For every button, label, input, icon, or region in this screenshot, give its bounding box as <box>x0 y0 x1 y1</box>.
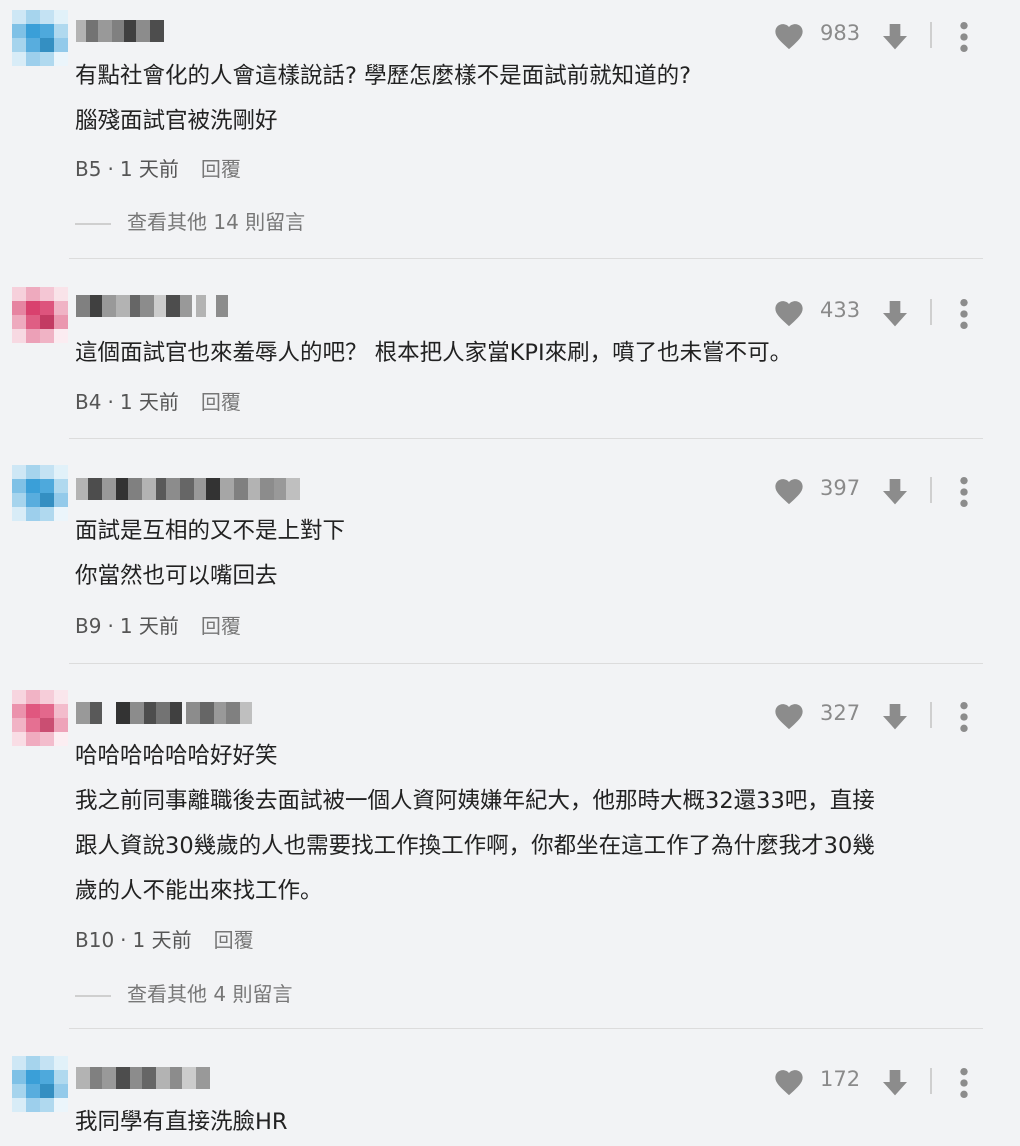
comment-divider <box>69 663 983 664</box>
timestamp: 1 天前 <box>119 614 179 638</box>
reply-button[interactable]: 回覆 <box>201 157 241 181</box>
like-count: 327 <box>820 701 861 725</box>
heart-icon[interactable] <box>772 700 806 730</box>
reply-button[interactable]: 回覆 <box>201 614 241 638</box>
avatar[interactable] <box>10 688 70 748</box>
comment-text: 面試是互相的又不是上對下 你當然也可以嘴回去 <box>75 518 346 589</box>
thumbs-down-icon[interactable] <box>878 700 912 732</box>
floor-number: B5 <box>75 157 102 181</box>
avatar[interactable] <box>10 8 70 68</box>
thumbs-down-icon[interactable] <box>878 475 912 507</box>
heart-icon[interactable] <box>772 297 806 327</box>
view-more-replies[interactable]: 查看其他 14 則留言 <box>75 206 305 235</box>
thumbs-down-icon[interactable] <box>878 1066 912 1098</box>
timestamp: 1 天前 <box>119 157 179 181</box>
reply-button[interactable]: 回覆 <box>201 390 241 414</box>
like-count: 397 <box>820 476 861 500</box>
comment-meta: B4 · 1 天前 回覆 <box>75 390 241 414</box>
avatar[interactable] <box>10 463 70 523</box>
more-vertical-icon[interactable] <box>958 1066 970 1100</box>
heart-icon[interactable] <box>772 475 806 505</box>
heart-icon[interactable] <box>772 1066 806 1096</box>
divider <box>930 477 932 503</box>
like-count: 433 <box>820 298 861 322</box>
comment-meta: B5 · 1 天前 回覆 <box>75 157 241 181</box>
floor-number: B4 <box>75 390 102 414</box>
more-vertical-icon[interactable] <box>958 475 970 509</box>
comment-text: 有點社會化的人會這樣說話? 學歷怎麼樣不是面試前就知道的? 腦殘面試官被洗剛好 <box>75 63 692 134</box>
avatar[interactable] <box>10 1054 70 1114</box>
divider <box>930 299 932 325</box>
thumbs-down-icon[interactable] <box>878 20 912 52</box>
floor-number: B10 <box>75 928 115 952</box>
more-vertical-icon[interactable] <box>958 297 970 331</box>
like-count: 172 <box>820 1067 861 1091</box>
divider <box>930 702 932 728</box>
more-vertical-icon[interactable] <box>958 700 970 734</box>
divider <box>930 1068 932 1094</box>
comment-divider <box>69 438 983 439</box>
comment-divider <box>69 258 983 259</box>
timestamp: 1 天前 <box>119 390 179 414</box>
timestamp: 1 天前 <box>132 928 192 952</box>
comment-text: 哈哈哈哈哈哈好好笑 我之前同事離職後去面試被一個人資阿姨嫌年紀大，他那時大概32還… <box>75 743 875 904</box>
more-vertical-icon[interactable] <box>958 20 970 54</box>
comment-meta: B9 · 1 天前 回覆 <box>75 614 241 638</box>
comment-text: 我同學有直接洗臉HR <box>75 1109 288 1135</box>
like-count: 983 <box>820 21 861 45</box>
comment-text: 這個面試官也來羞辱人的吧？ 根本把人家當KPI來刷，噴了也未嘗不可。 <box>75 340 793 366</box>
view-more-replies[interactable]: 查看其他 4 則留言 <box>75 978 292 1007</box>
thumbs-down-icon[interactable] <box>878 297 912 329</box>
divider <box>930 22 932 48</box>
reply-button[interactable]: 回覆 <box>214 928 254 952</box>
comment-divider <box>69 1028 983 1029</box>
avatar[interactable] <box>10 285 70 345</box>
comment-meta: B10 · 1 天前 回覆 <box>75 928 254 952</box>
heart-icon[interactable] <box>772 20 806 50</box>
floor-number: B9 <box>75 614 102 638</box>
